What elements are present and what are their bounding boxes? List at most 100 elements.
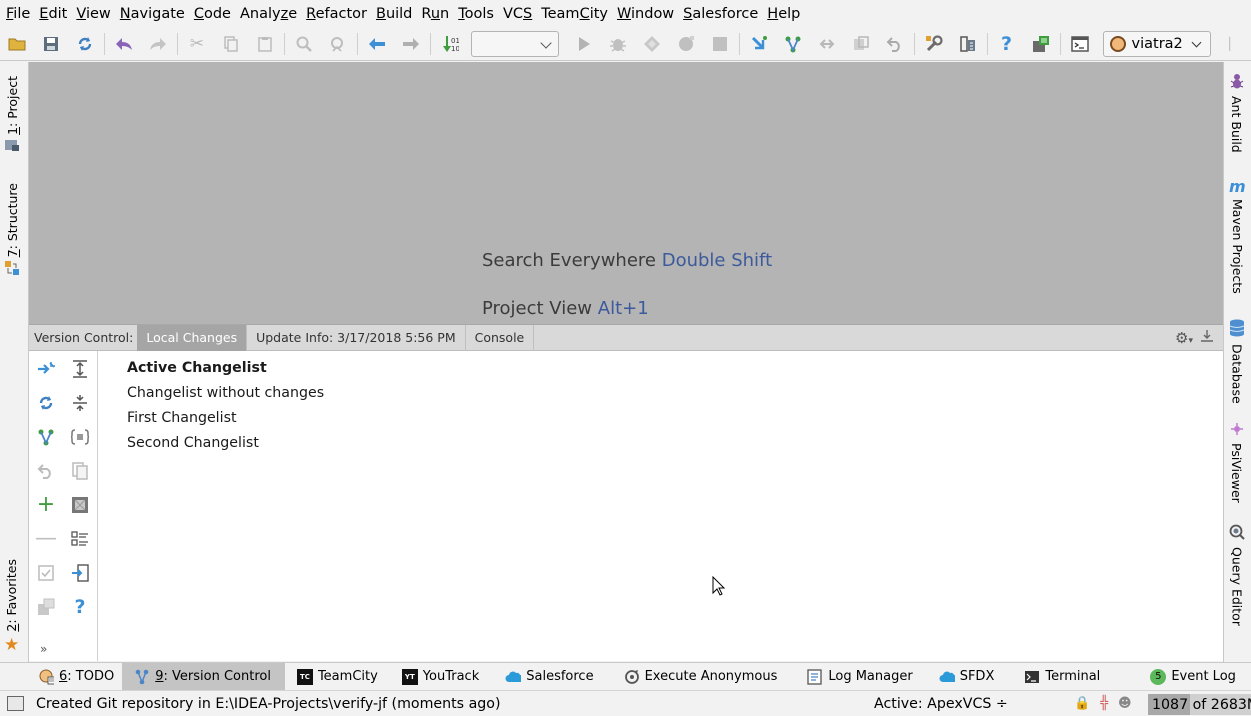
tool-tab-execute-anonymous[interactable]: Execute Anonymous <box>602 663 786 691</box>
menu-item[interactable]: Tools <box>454 0 498 28</box>
menu-item[interactable]: Window <box>613 0 678 28</box>
tool-tab-todo[interactable]: 6: TODO <box>30 663 122 691</box>
collapse-all-icon[interactable] <box>68 391 92 415</box>
tool-windows-toggle-icon[interactable] <box>7 696 24 711</box>
run-icon[interactable] <box>571 31 597 57</box>
ignored-files-icon[interactable] <box>68 493 92 517</box>
group-by-icon[interactable] <box>68 425 92 449</box>
tab-update-info[interactable]: Update Info: 3/17/2018 5:56 PM <box>247 324 466 351</box>
undo-icon[interactable] <box>111 31 137 57</box>
vcs-revert-icon[interactable] <box>882 31 908 57</box>
status-bar: Created Git repository in E:\IDEA-Projec… <box>0 690 1251 716</box>
tool-tab-structure[interactable]: 7: Structure <box>4 183 20 280</box>
project-structure-icon[interactable] <box>955 31 981 57</box>
synchronize-icon[interactable] <box>72 31 98 57</box>
shelve-changes-icon[interactable] <box>34 595 58 619</box>
menu-item[interactable]: Code <box>190 0 235 28</box>
menu-item[interactable]: Navigate <box>116 0 189 28</box>
tool-tab-query-editor[interactable]: Query Editor <box>1229 524 1245 626</box>
replace-icon[interactable] <box>325 31 351 57</box>
menu-item[interactable]: View <box>72 0 114 28</box>
terminal-console-icon[interactable] <box>1067 31 1093 57</box>
git-branch-icon[interactable]: ╬ <box>1100 696 1108 711</box>
move-to-changelist-icon[interactable] <box>68 561 92 585</box>
menu-item[interactable]: Refactor <box>302 0 371 28</box>
rollback-icon[interactable] <box>34 459 58 483</box>
tool-tab-database[interactable]: Database <box>1229 319 1245 404</box>
tool-tab-version-control[interactable]: 9: Version Control <box>122 662 285 691</box>
editor-empty-area[interactable]: Search Everywhere Double Shift Project V… <box>29 62 1223 324</box>
tool-tab-project[interactable]: 1: Project <box>4 76 20 156</box>
new-changelist-icon[interactable]: + <box>34 493 58 517</box>
tool-tab-favorites[interactable]: 2: Favorites ★ <box>4 559 19 655</box>
changelist-item[interactable]: Second Changelist <box>127 431 324 456</box>
vcs-history-icon[interactable] <box>848 31 874 57</box>
gear-icon[interactable]: ⚙▾ <box>1175 329 1193 347</box>
changelist-details-icon[interactable] <box>68 527 92 551</box>
changelist-item[interactable]: First Changelist <box>127 406 324 431</box>
menu-item[interactable]: Run <box>417 0 453 28</box>
sync-changes-icon[interactable] <box>34 391 58 415</box>
toolbar-separator <box>1059 33 1061 55</box>
find-icon[interactable] <box>291 31 317 57</box>
menu-item[interactable]: Analyze <box>236 0 301 28</box>
lock-icon[interactable]: 🔒 <box>1074 696 1090 711</box>
paste-icon[interactable] <box>252 31 278 57</box>
help-icon[interactable]: ? <box>994 31 1020 57</box>
changelist-item[interactable]: Changelist without changes <box>127 381 324 406</box>
vcs-commit-icon[interactable] <box>780 31 806 57</box>
menu-item[interactable]: Build <box>372 0 416 28</box>
toolbar-overflow-icon[interactable]: │ <box>1217 31 1243 57</box>
back-arrow-icon[interactable] <box>364 31 390 57</box>
vcs-branch-widget[interactable]: Active: ApexVCS ÷ <box>874 696 1008 712</box>
help-icon[interactable]: ? <box>68 595 92 619</box>
stop-icon[interactable] <box>707 31 733 57</box>
tool-tab-log-manager[interactable]: Log Manager <box>785 663 920 691</box>
build-project-icon[interactable]: 01 10 <box>437 31 463 57</box>
changelist-item[interactable]: Active Changelist <box>127 356 324 381</box>
debug-icon[interactable] <box>605 31 631 57</box>
vcs-compare-icon[interactable] <box>814 31 840 57</box>
save-all-icon[interactable] <box>38 31 64 57</box>
tab-local-changes[interactable]: Local Changes <box>137 324 248 351</box>
tool-tab-youtrack[interactable]: YT YouTrack <box>386 663 487 691</box>
menu-item[interactable]: Edit <box>35 0 71 28</box>
delete-changelist-icon[interactable]: — <box>34 527 58 551</box>
redo-icon[interactable] <box>145 31 171 57</box>
settings-wrench-icon[interactable] <box>921 31 947 57</box>
commit-icon[interactable] <box>34 425 58 449</box>
menu-item[interactable]: TeamCity <box>537 0 612 28</box>
refresh-changes-icon[interactable] <box>34 357 58 381</box>
coverage-icon[interactable] <box>639 31 665 57</box>
hector-icon[interactable]: ☻ <box>1118 696 1132 711</box>
menu-item[interactable]: Salesforce <box>679 0 762 28</box>
forward-arrow-icon[interactable] <box>398 31 424 57</box>
tool-tab-salesforce[interactable]: Salesforce <box>487 663 601 691</box>
tool-tab-sfdx[interactable]: SFDX <box>921 663 1003 691</box>
run-configuration-select[interactable] <box>470 31 559 57</box>
set-active-changelist-icon[interactable] <box>34 561 58 585</box>
account-selector[interactable]: viatra2 <box>1102 31 1211 57</box>
expand-all-icon[interactable] <box>68 357 92 381</box>
more-actions-chevron[interactable]: » <box>40 642 47 656</box>
tool-tab-psiviewer[interactable]: PsiViewer <box>1229 422 1244 503</box>
menu-item[interactable]: File <box>2 0 34 28</box>
tool-tab-ant-build[interactable]: Ant Build <box>1229 73 1244 153</box>
tab-console[interactable]: Console <box>466 324 535 351</box>
tool-tab-terminal[interactable]: Terminal <box>1002 663 1108 691</box>
open-folder-icon[interactable] <box>4 31 30 57</box>
sdk-manager-icon[interactable] <box>1028 31 1054 57</box>
profile-icon[interactable] <box>673 31 699 57</box>
tool-tab-event-log[interactable]: 5 Event Log <box>1108 663 1244 691</box>
hide-panel-icon[interactable] <box>1200 329 1214 347</box>
menu-item[interactable]: VCS <box>499 0 536 28</box>
cut-icon[interactable]: ✂ <box>184 31 210 57</box>
status-message[interactable]: Created Git repository in E:\IDEA-Projec… <box>7 696 501 712</box>
memory-indicator[interactable]: 1087 of 2683M <box>1148 694 1251 715</box>
show-diff-icon[interactable] <box>68 459 92 483</box>
vcs-update-icon[interactable] <box>746 31 772 57</box>
tool-tab-maven-projects[interactable]: m Maven Projects <box>1229 177 1246 294</box>
tool-tab-teamcity[interactable]: TC TeamCity <box>285 663 386 691</box>
menu-item[interactable]: Help <box>763 0 804 28</box>
copy-icon[interactable] <box>218 31 244 57</box>
